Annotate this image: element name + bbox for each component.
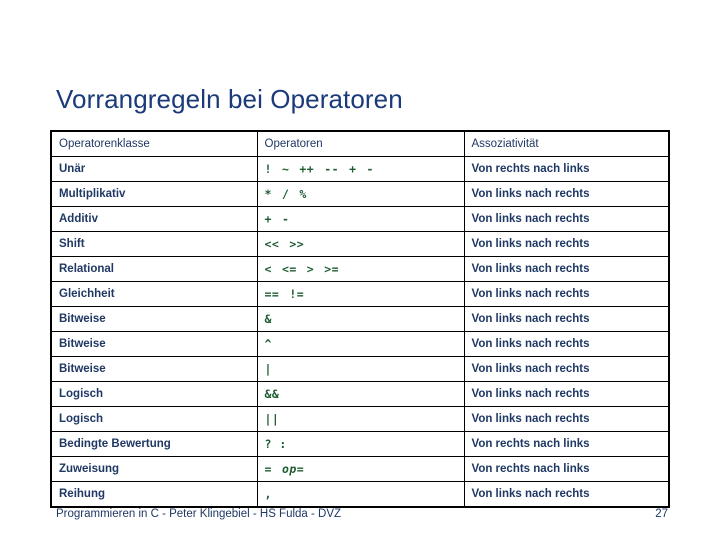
footer-course-label: Programmieren in C - Peter Klingebiel - … <box>56 508 342 520</box>
table-row: Logisch || Von links nach rechts <box>50 406 670 432</box>
cell-assoziativitaet: Von links nach rechts <box>463 256 670 282</box>
cell-operatoren: << >> <box>256 231 465 257</box>
column-header-assoziativitaet: Assoziativität <box>463 130 670 157</box>
operator-token: >= <box>324 262 340 276</box>
cell-operatoren: ? : <box>256 431 465 457</box>
cell-assoziativitaet: Von links nach rechts <box>463 331 670 357</box>
table-row: Gleichheit == != Von links nach rechts <box>50 281 670 307</box>
page-title: Vorrangregeln bei Operatoren <box>56 84 403 115</box>
table-body: Unär! ~ ++ -- + - Von rechts nach links Multipl… <box>50 156 670 508</box>
operator-token: op <box>281 462 297 476</box>
operator-token: >> <box>289 237 305 251</box>
slide-footer: Programmieren in C - Peter Klingebiel - … <box>56 508 668 520</box>
column-header-operatorenklasse: Operatorenklasse <box>50 130 258 157</box>
cell-operatorenklasse: Bedingte Bewertung <box>50 431 258 457</box>
operator-token: / <box>281 187 290 201</box>
table-row: Bitweise ^ Von links nach rechts <box>50 331 670 357</box>
cell-assoziativitaet: Von rechts nach links <box>463 456 670 482</box>
operator-token: * <box>264 187 272 201</box>
cell-operatorenklasse: Gleichheit <box>50 281 258 307</box>
operator-token: && <box>264 387 280 401</box>
table-row: Bedingte Bewertung ? : Von rechts nach lin… <box>50 431 670 457</box>
cell-assoziativitaet: Von links nach rechts <box>463 381 670 407</box>
footer-page-number: 27 <box>655 508 668 520</box>
table-row: Zuweisung = op= Von rechts nach links <box>50 456 670 482</box>
cell-operatoren: ! ~ ++ -- + - <box>256 156 465 182</box>
operator-token: % <box>299 187 307 201</box>
operator-token: || <box>264 412 280 426</box>
cell-assoziativitaet: Von links nach rechts <box>463 206 670 232</box>
cell-operatorenklasse: Reihung <box>50 481 258 508</box>
table-row: Shift << >> Von links nach rechts <box>50 231 670 257</box>
operator-token: == <box>264 287 280 301</box>
cell-operatorenklasse: Relational <box>50 256 258 282</box>
operator-token: <= <box>281 262 297 276</box>
operator-precedence-table: Operatorenklasse Operatoren Assoziativit… <box>50 130 670 508</box>
cell-assoziativitaet: Von links nach rechts <box>463 281 670 307</box>
cell-assoziativitaet: Von rechts nach links <box>463 156 670 182</box>
table-row: Reihung, Von links nach rechts <box>50 481 670 508</box>
operator-token: = <box>296 462 305 476</box>
table-row: Logisch && Von links nach rechts <box>50 381 670 407</box>
cell-operatorenklasse: Unär <box>50 156 258 182</box>
operator-token: + <box>264 212 272 226</box>
cell-assoziativitaet: Von rechts nach links <box>463 431 670 457</box>
operator-token: < <box>264 262 272 276</box>
slide-canvas: Vorrangregeln bei Operatoren Operatorenk… <box>0 0 720 540</box>
operator-token: ++ <box>299 162 315 176</box>
cell-assoziativitaet: Von links nach rechts <box>463 181 670 207</box>
table-row: Additiv + - Von links nach rechts <box>50 206 670 232</box>
cell-operatorenklasse: Shift <box>50 231 258 257</box>
operator-token: << <box>264 237 280 251</box>
cell-operatoren: = op= <box>256 456 465 482</box>
operator-token: -- <box>324 162 340 176</box>
operator-token: = <box>264 462 272 476</box>
operator-token: > <box>306 262 315 276</box>
operator-token: ^ <box>264 337 272 351</box>
cell-operatorenklasse: Multiplikativ <box>50 181 258 207</box>
operator-token: - <box>366 162 374 176</box>
cell-assoziativitaet: Von links nach rechts <box>463 406 670 432</box>
table-row: Unär! ~ ++ -- + - Von rechts nach links <box>50 156 670 182</box>
cell-assoziativitaet: Von links nach rechts <box>463 231 670 257</box>
cell-operatoren: < <= > >= <box>256 256 465 282</box>
cell-operatorenklasse: Bitweise <box>50 356 258 382</box>
table-row: Bitweise & Von links nach rechts <box>50 306 670 332</box>
operator-token: ! <box>264 162 272 176</box>
cell-assoziativitaet: Von links nach rechts <box>463 481 670 508</box>
cell-operatoren: == != <box>256 281 465 307</box>
cell-operatorenklasse: Logisch <box>50 381 258 407</box>
cell-operatoren: ^ <box>256 331 465 357</box>
table-header-row: Operatorenklasse Operatoren Assoziativit… <box>50 130 670 157</box>
table-row: Relational < <= > >= Von links nach rechts <box>50 256 670 282</box>
cell-operatorenklasse: Bitweise <box>50 331 258 357</box>
operator-token: + <box>349 162 357 176</box>
operator-token: != <box>289 287 305 301</box>
cell-operatorenklasse: Bitweise <box>50 306 258 332</box>
cell-operatoren: && <box>256 381 465 407</box>
cell-operatorenklasse: Logisch <box>50 406 258 432</box>
cell-operatoren: * /% <box>256 181 465 207</box>
table-row: Multiplikativ * /% Von links nach rechts <box>50 181 670 207</box>
table-row: Bitweise | Von links nach rechts <box>50 356 670 382</box>
cell-operatoren: || <box>256 406 465 432</box>
cell-assoziativitaet: Von links nach rechts <box>463 306 670 332</box>
operator-token: | <box>264 362 272 376</box>
operator-token: - <box>281 212 290 226</box>
table-header: Operatorenklasse Operatoren Assoziativit… <box>50 130 670 157</box>
cell-operatoren: | <box>256 356 465 382</box>
cell-operatorenklasse: Additiv <box>50 206 258 232</box>
column-header-operatoren: Operatoren <box>256 130 465 157</box>
operator-token: & <box>264 312 272 326</box>
operator-token: , <box>264 487 272 501</box>
cell-operatoren: & <box>256 306 465 332</box>
cell-operatoren: + - <box>256 206 465 232</box>
cell-assoziativitaet: Von links nach rechts <box>463 356 670 382</box>
operator-token: ~ <box>281 162 290 176</box>
operator-token: ? : <box>264 437 287 451</box>
cell-operatorenklasse: Zuweisung <box>50 456 258 482</box>
cell-operatoren: , <box>256 481 465 508</box>
